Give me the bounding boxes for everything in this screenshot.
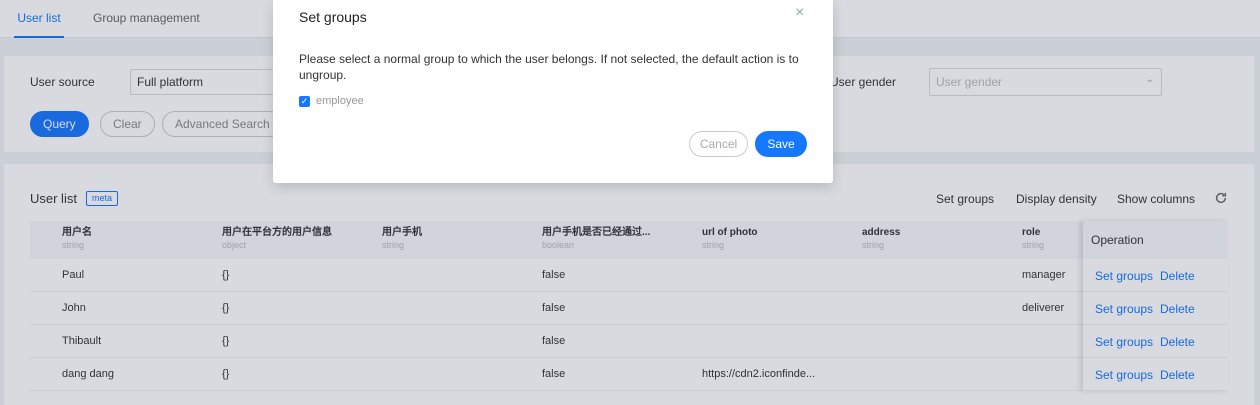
dialog-description: Please select a normal group to which th… <box>299 52 799 82</box>
check-icon: ✓ <box>300 96 309 106</box>
employee-checkbox[interactable]: ✓ <box>299 96 310 107</box>
save-button[interactable]: Save <box>755 131 807 157</box>
cancel-button[interactable]: Cancel <box>689 131 748 157</box>
close-icon[interactable]: × <box>795 4 804 22</box>
dialog-title: Set groups <box>299 9 367 25</box>
set-groups-dialog: Set groups × Please select a normal grou… <box>273 0 833 183</box>
employee-checkbox-label[interactable]: employee <box>316 95 364 107</box>
